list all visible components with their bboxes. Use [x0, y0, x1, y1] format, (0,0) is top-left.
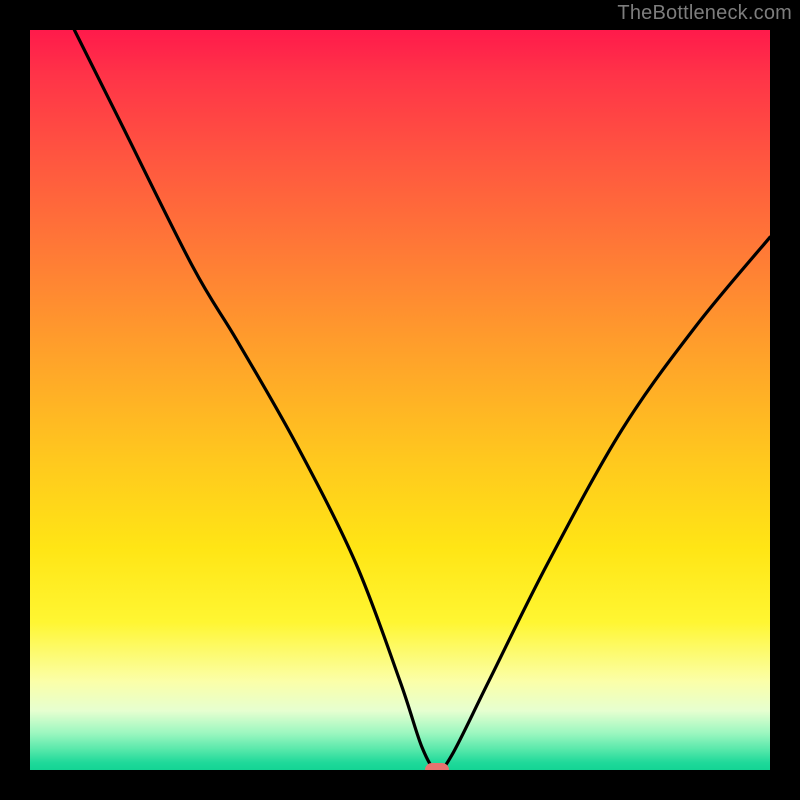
minimum-marker	[425, 763, 449, 770]
bottleneck-curve	[30, 30, 770, 770]
watermark-text: TheBottleneck.com	[617, 2, 792, 25]
chart-frame: TheBottleneck.com	[0, 0, 800, 800]
plot-area	[30, 30, 770, 770]
